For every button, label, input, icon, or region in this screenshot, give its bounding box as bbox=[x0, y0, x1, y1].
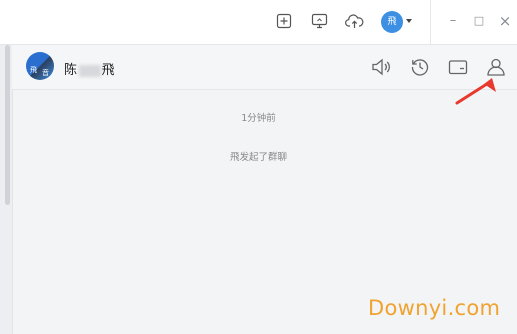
chat-header: 飛 音 陈飛 bbox=[12, 45, 517, 90]
group-avatar[interactable]: 飛 音 bbox=[26, 52, 54, 80]
scrollbar-thumb[interactable] bbox=[5, 45, 10, 205]
history-icon[interactable] bbox=[409, 56, 431, 78]
system-message: 飛发起了群聊 bbox=[229, 152, 287, 163]
chat-title[interactable]: 陈飛 bbox=[64, 59, 115, 78]
user-avatar[interactable]: 飛 bbox=[381, 11, 403, 33]
watermark: Downyi.com bbox=[368, 296, 501, 320]
avatar-char-2: 音 bbox=[42, 69, 49, 77]
close-button[interactable]: × bbox=[498, 14, 512, 29]
screen-share-icon[interactable] bbox=[311, 13, 329, 31]
minimize-button[interactable]: – bbox=[446, 14, 460, 28]
chat-title-suffix: 飛 bbox=[101, 63, 116, 78]
redacted-text bbox=[78, 64, 101, 77]
chat-title-prefix: 陈 bbox=[64, 63, 78, 78]
divider bbox=[430, 0, 431, 44]
red-arrow-annotation bbox=[455, 78, 496, 105]
avatar-char-1: 飛 bbox=[30, 66, 37, 74]
cloud-upload-icon[interactable] bbox=[345, 13, 364, 31]
maximize-button[interactable]: □ bbox=[472, 14, 486, 28]
message-timestamp: 1分钟前 bbox=[241, 113, 276, 124]
add-square-icon[interactable] bbox=[276, 13, 294, 31]
speaker-icon[interactable] bbox=[370, 56, 392, 78]
top-toolbar: 飛 – □ × bbox=[0, 0, 517, 45]
chevron-down-icon[interactable] bbox=[406, 19, 412, 23]
